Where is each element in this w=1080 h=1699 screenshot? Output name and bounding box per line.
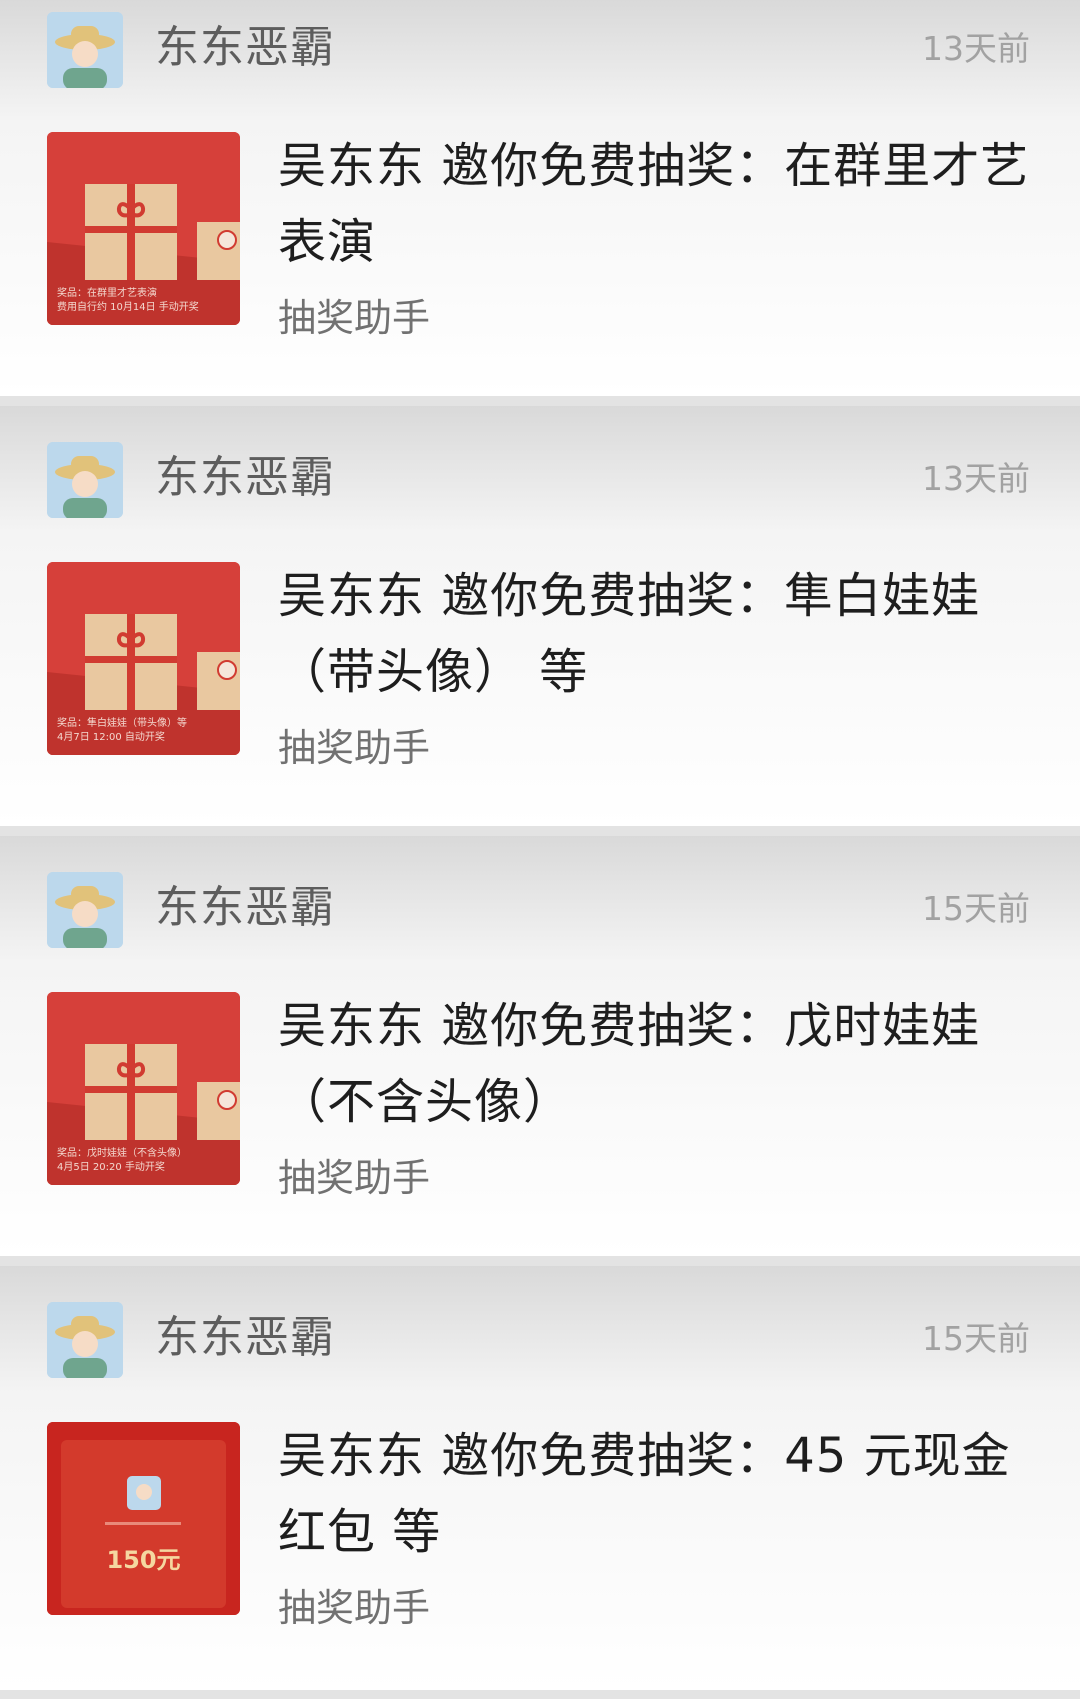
lottery-title[interactable]: 吴东东 邀你免费抽奖：在群里才艺表演 bbox=[278, 128, 1038, 280]
sender-name: 东东恶霸 bbox=[155, 882, 335, 933]
red-packet-amount: 150元 bbox=[106, 1546, 181, 1574]
sender-avatar[interactable] bbox=[47, 12, 123, 88]
source-label: 抽奖助手 bbox=[278, 1586, 431, 1630]
source-label: 抽奖助手 bbox=[278, 726, 431, 770]
lottery-thumbnail[interactable]: 奖品：戊时娃娃（不含头像） 4月5日 20:20 手动开奖 bbox=[47, 992, 240, 1185]
message-feed: 东东恶霸 13天前 奖品：在群里才艺表演 费用自行约 10月14日 手动开奖 吴… bbox=[0, 0, 1080, 1699]
avatar-illustration-icon bbox=[47, 12, 123, 88]
lottery-thumbnail[interactable]: 奖品：隼白娃娃（带头像）等 4月7日 12:00 自动开奖 bbox=[47, 562, 240, 755]
sender-name: 东东恶霸 bbox=[155, 452, 335, 503]
message-card[interactable]: 东东恶霸 15天前 奖品：戊时娃娃（不含头像） 4月5日 20:20 手动开奖 … bbox=[0, 836, 1080, 1256]
timestamp: 15天前 bbox=[922, 1319, 1030, 1358]
timestamp: 15天前 bbox=[922, 889, 1030, 928]
thumbnail-caption: 奖品：戊时娃娃（不含头像） 4月5日 20:20 手动开奖 bbox=[57, 1148, 187, 1173]
lottery-title[interactable]: 吴东东 邀你免费抽奖：45 元现金红包 等 bbox=[278, 1418, 1038, 1570]
lottery-title[interactable]: 吴东东 邀你免费抽奖：隼白娃娃（带头像） 等 bbox=[278, 558, 1038, 710]
source-label: 抽奖助手 bbox=[278, 296, 431, 340]
lottery-thumbnail[interactable]: 奖品：在群里才艺表演 费用自行约 10月14日 手动开奖 bbox=[47, 132, 240, 325]
lottery-thumbnail[interactable]: 150元 bbox=[47, 1422, 240, 1615]
message-card[interactable]: 东东恶霸 15天前 150元 吴东东 邀你免费抽奖：45 元现金红包 等 抽奖助… bbox=[0, 1266, 1080, 1690]
sender-avatar[interactable] bbox=[47, 872, 123, 948]
source-label: 抽奖助手 bbox=[278, 1156, 431, 1200]
sender-avatar[interactable] bbox=[47, 442, 123, 518]
sender-name: 东东恶霸 bbox=[155, 1312, 335, 1363]
thumbnail-caption: 奖品：在群里才艺表演 费用自行约 10月14日 手动开奖 bbox=[57, 288, 199, 313]
timestamp: 13天前 bbox=[922, 459, 1030, 498]
avatar-illustration-icon bbox=[47, 872, 123, 948]
message-card[interactable]: 东东恶霸 13天前 奖品：在群里才艺表演 费用自行约 10月14日 手动开奖 吴… bbox=[0, 0, 1080, 396]
sender-avatar[interactable] bbox=[47, 1302, 123, 1378]
lottery-title[interactable]: 吴东东 邀你免费抽奖：戊时娃娃（不含头像） bbox=[278, 988, 1038, 1140]
timestamp: 13天前 bbox=[922, 29, 1030, 68]
avatar-illustration-icon bbox=[47, 1302, 123, 1378]
red-packet-icon bbox=[47, 1422, 240, 1615]
message-card[interactable]: 东东恶霸 13天前 奖品：隼白娃娃（带头像）等 4月7日 12:00 自动开奖 … bbox=[0, 406, 1080, 826]
thumbnail-caption: 奖品：隼白娃娃（带头像）等 4月7日 12:00 自动开奖 bbox=[57, 718, 187, 743]
sender-name: 东东恶霸 bbox=[155, 22, 335, 73]
avatar-illustration-icon bbox=[47, 442, 123, 518]
